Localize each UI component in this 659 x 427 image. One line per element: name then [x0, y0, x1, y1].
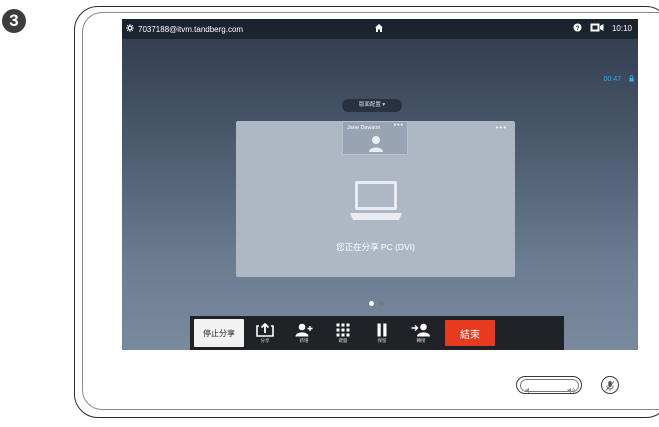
participant-name: Jane Dawson: [347, 125, 381, 131]
transfer-icon: [411, 323, 431, 337]
person-icon: [368, 135, 384, 158]
keypad-label: 鍵盤: [338, 337, 348, 343]
gear-icon[interactable]: [126, 24, 134, 34]
page-indicator: [369, 301, 384, 306]
clock-time: 10:10: [611, 24, 632, 33]
laptop-icon: [350, 179, 402, 228]
call-toolbar: 停止分享 分享 新增 鍵盤 保留 轉接 結束: [190, 316, 564, 350]
keypad-button[interactable]: 鍵盤: [325, 323, 361, 344]
share-button[interactable]: 分享: [247, 322, 283, 344]
stop-share-button[interactable]: 停止分享: [194, 319, 244, 347]
add-participant-button[interactable]: 新增: [286, 323, 322, 344]
help-icon[interactable]: ?: [573, 23, 582, 34]
add-person-icon: [295, 323, 313, 337]
volume-up-icon[interactable]: [567, 381, 576, 399]
transfer-button[interactable]: 轉接: [403, 323, 439, 344]
system-address: 7037188@itvm.tandberg.com: [138, 24, 244, 34]
lock-icon: [629, 75, 634, 84]
presentation-menu-icon[interactable]: •••: [496, 123, 507, 132]
pause-icon: [375, 323, 389, 337]
volume-down-icon[interactable]: [525, 381, 532, 399]
self-view-menu-icon[interactable]: •••: [394, 122, 404, 129]
sharing-status-message: 您正在分享 PC (DVI): [336, 242, 415, 252]
mute-button[interactable]: [601, 376, 619, 394]
share-label: 分享: [260, 337, 270, 343]
share-icon: [256, 322, 274, 337]
transfer-label: 轉接: [416, 337, 426, 343]
page-dot[interactable]: [379, 301, 384, 306]
call-duration: 00:47: [603, 76, 622, 83]
microphone-mute-icon: [605, 379, 615, 397]
home-icon[interactable]: [374, 23, 384, 35]
layout-button[interactable]: 版面配置 ▾: [342, 99, 402, 112]
end-call-button[interactable]: 結束: [445, 320, 495, 346]
keypad-icon: [336, 323, 350, 337]
hold-label: 保留: [377, 337, 387, 343]
camera-icon[interactable]: [590, 23, 604, 34]
volume-rocker[interactable]: [516, 376, 582, 394]
step-number-badge: 3: [2, 9, 26, 33]
call-timer: 00:47 |: [604, 75, 634, 84]
page-dot-active[interactable]: [369, 301, 374, 306]
add-label: 新增: [299, 337, 309, 343]
self-view-tile[interactable]: Jane Dawson •••: [342, 121, 408, 155]
touch-screen: 7037188@itvm.tandberg.com ? 10:10 00:47 …: [122, 19, 638, 350]
hold-button[interactable]: 保留: [364, 323, 400, 344]
status-bar: 7037188@itvm.tandberg.com ? 10:10: [122, 19, 638, 39]
svg-text:?: ?: [576, 25, 580, 32]
